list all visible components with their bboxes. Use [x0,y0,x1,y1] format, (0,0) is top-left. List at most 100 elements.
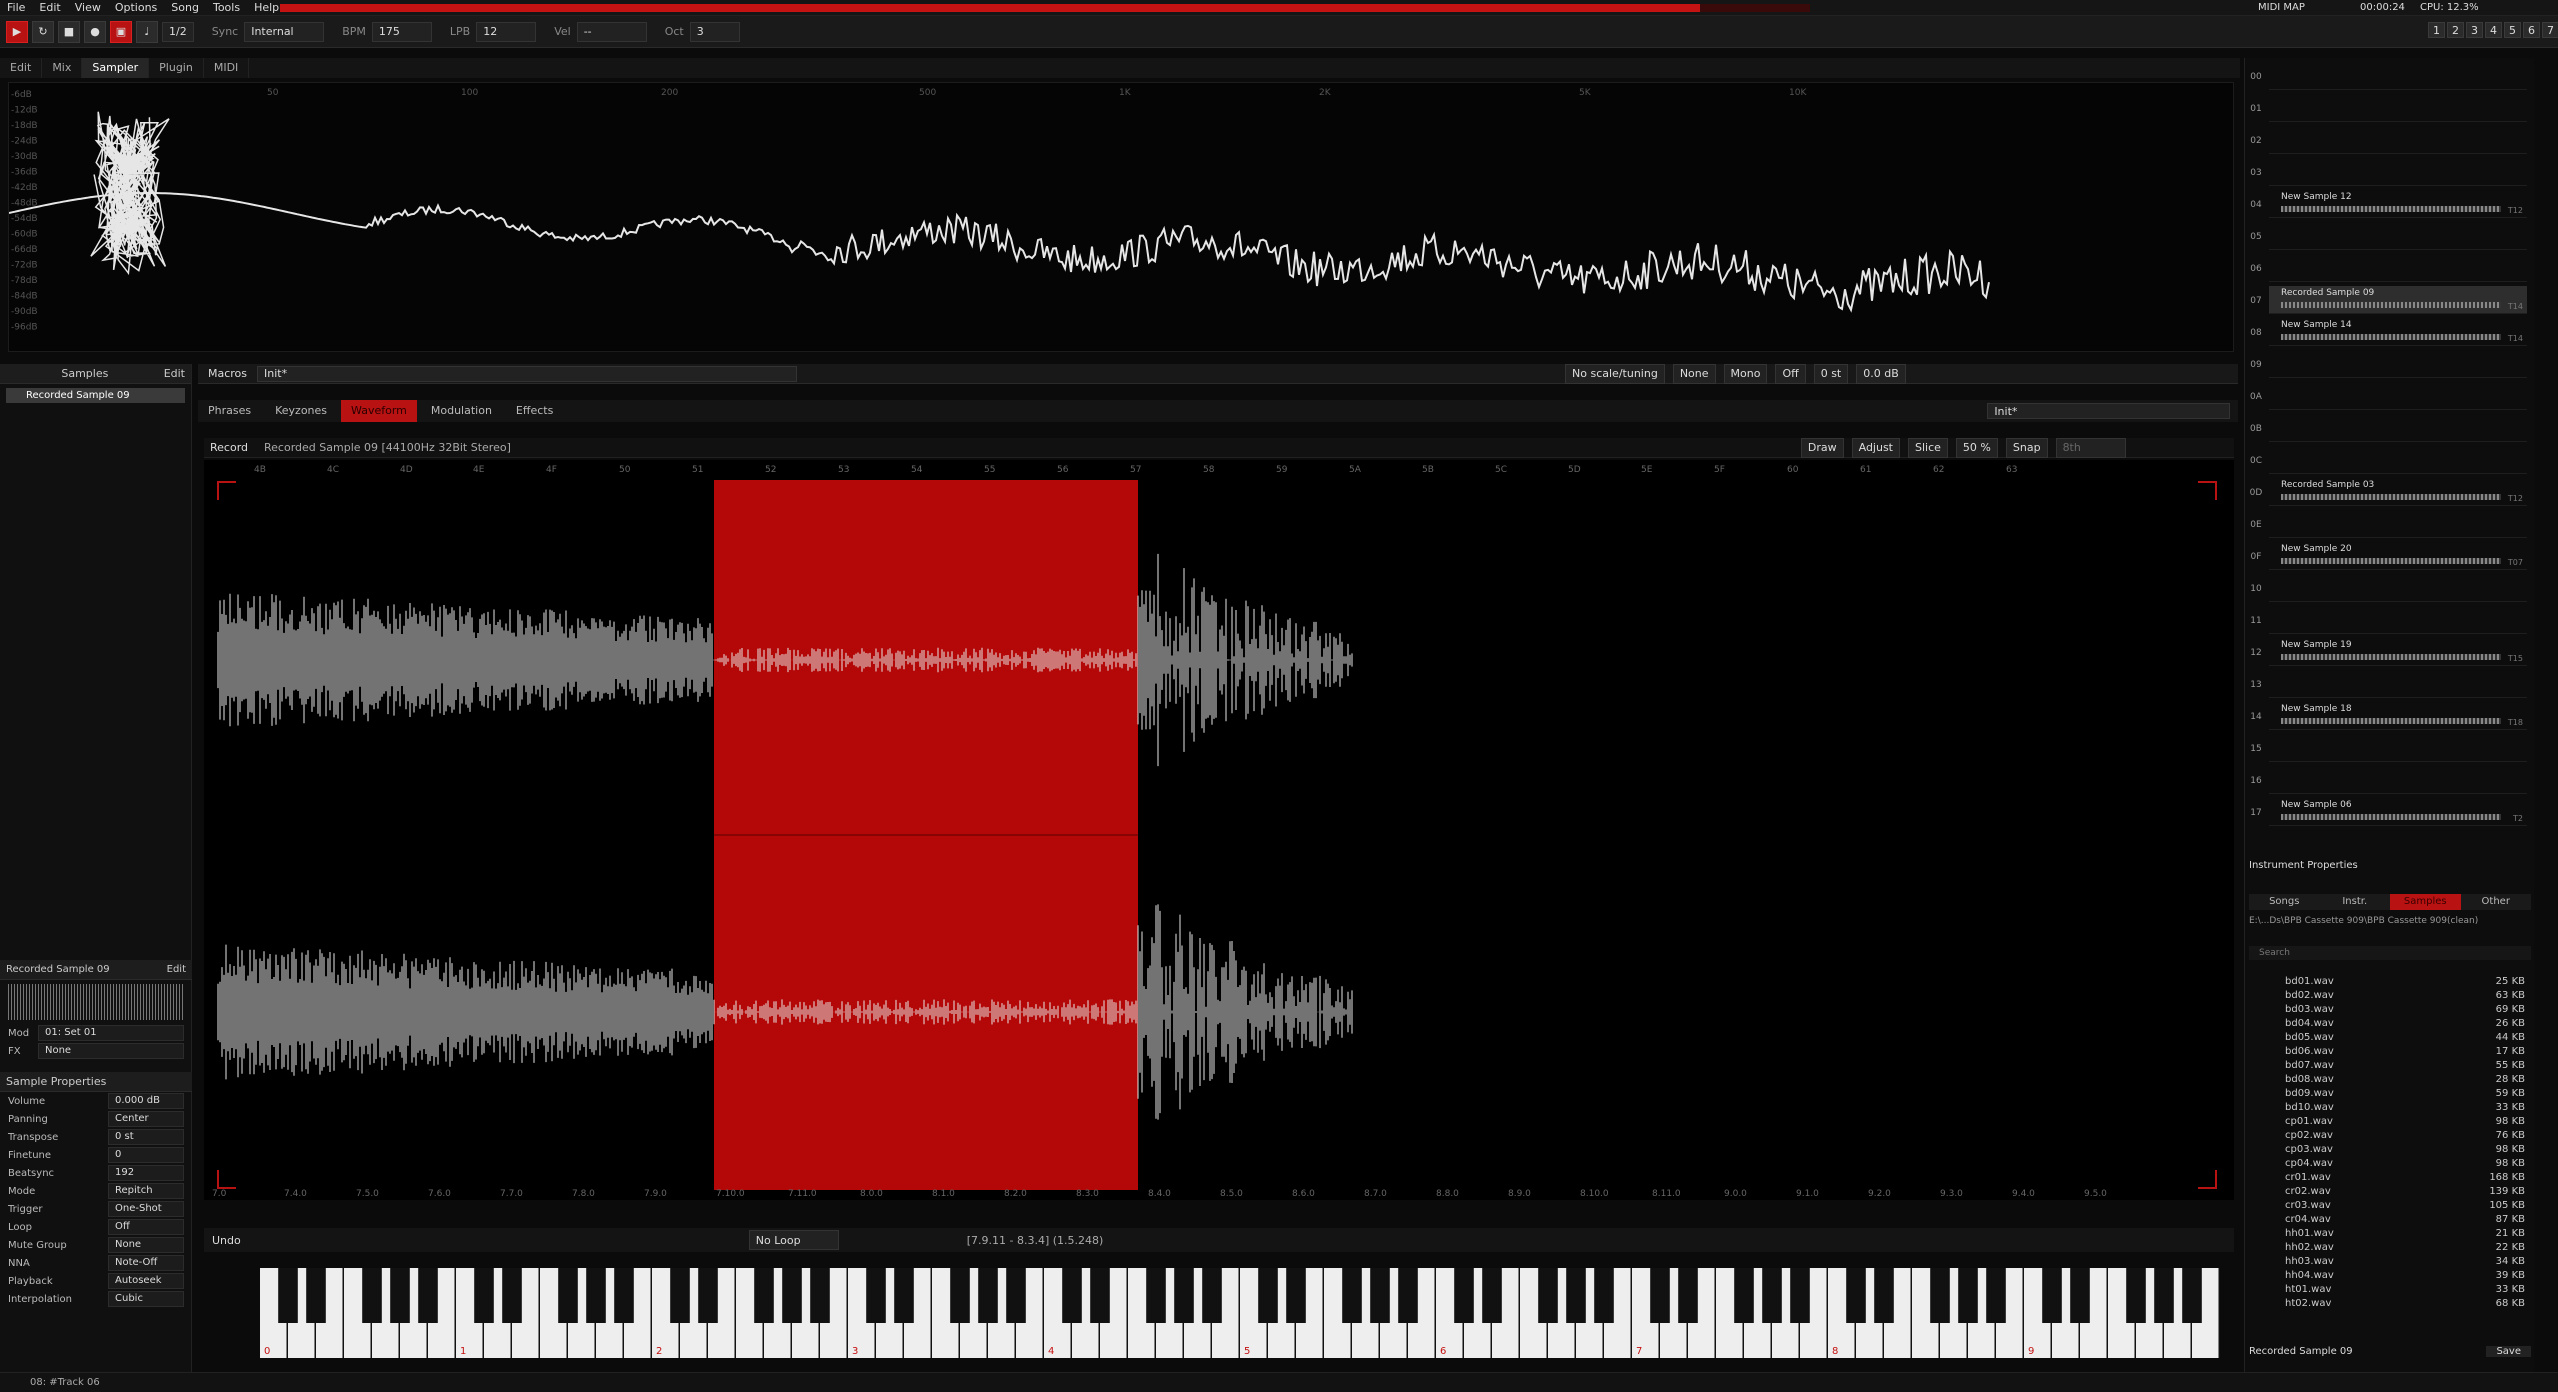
piano-keyboard[interactable]: 0 1 2 3 4 5 6 7 8 9 [260,1268,2220,1358]
piano-black-key[interactable] [978,1268,998,1323]
instrument-slot[interactable] [2269,350,2527,378]
lpb-field[interactable]: 12 [476,21,537,42]
modulation-preset-select[interactable]: Init* [1987,403,2230,419]
instrument-slot[interactable] [2269,446,2527,474]
tab-modulation[interactable]: Modulation [421,400,502,422]
file-list-item[interactable]: hh03.wav 34 KB [2245,1256,2533,1270]
file-list-item[interactable]: bd02.wav 63 KB [2245,990,2533,1004]
midi-map-label[interactable]: MIDI MAP [2258,0,2305,16]
instrument-slot[interactable]: New Sample 19 T15 [2269,638,2527,666]
scale-key-select[interactable]: None [1672,363,1716,384]
browser-tab-instruments[interactable]: Instr. [2320,894,2391,910]
sample-property-value[interactable]: None [108,1237,184,1253]
sample-property-value[interactable]: Autoseek [108,1273,184,1289]
sample-property-value[interactable]: 0 [108,1147,184,1163]
piano-black-key[interactable] [1958,1268,1978,1323]
file-list-item[interactable]: cr01.wav 168 KB [2245,1172,2533,1186]
piano-black-key[interactable] [1986,1268,2006,1323]
file-list-item[interactable]: bd08.wav 28 KB [2245,1074,2533,1088]
scale-select[interactable]: No scale/tuning [1565,363,1665,384]
slice-button[interactable]: Slice [1908,437,1948,458]
global-volume-field[interactable]: 0.0 dB [1856,363,1906,384]
instrument-slot[interactable]: New Sample 06 T2 [2269,798,2527,826]
file-list-item[interactable]: bd05.wav 44 KB [2245,1032,2533,1046]
file-list-item[interactable]: cp04.wav 98 KB [2245,1158,2533,1172]
piano-black-key[interactable] [1790,1268,1810,1323]
file-list-item[interactable]: ht02.wav 68 KB [2245,1298,2533,1312]
piano-black-key[interactable] [2182,1268,2202,1323]
mono-toggle[interactable]: Mono [1723,363,1768,384]
edit-mode-button[interactable]: ▣ [110,20,132,43]
piano-black-key[interactable] [1090,1268,1110,1323]
samples-edit-button[interactable]: Edit [164,367,185,380]
piano-black-key[interactable] [950,1268,970,1323]
instrument-slot[interactable] [2269,510,2527,538]
file-list-item[interactable]: bd03.wav 69 KB [2245,1004,2533,1018]
snap-select[interactable]: 8th [2055,437,2126,458]
instrument-slot[interactable] [2269,94,2527,122]
piano-black-key[interactable] [2070,1268,2090,1323]
instrument-slot[interactable]: Recorded Sample 09 T14 [2269,286,2527,314]
browser-tab-songs[interactable]: Songs [2249,894,2320,910]
macros-toggle[interactable]: Macros [208,367,247,380]
pattern-follow-field[interactable]: 1/2 [162,21,194,42]
piano-black-key[interactable] [1370,1268,1390,1323]
tab-effects[interactable]: Effects [506,400,563,422]
track-button-3[interactable]: 3 [2466,22,2483,38]
stop-button[interactable]: ■ [58,20,80,43]
sync-select[interactable]: Internal [244,21,325,42]
sample-list-item[interactable]: Recorded Sample 09 [6,388,185,403]
piano-black-key[interactable] [810,1268,830,1323]
tab-edit[interactable]: Edit [0,58,43,78]
vel-field[interactable]: -- [576,21,647,42]
instrument-slot[interactable]: New Sample 14 T14 [2269,318,2527,346]
menu-edit[interactable]: Edit [32,0,67,16]
piano-black-key[interactable] [614,1268,634,1323]
sample-property-value[interactable]: 0.000 dB [108,1093,184,1109]
instrument-slot[interactable] [2269,734,2527,762]
piano-black-key[interactable] [1258,1268,1278,1323]
piano-black-key[interactable] [1062,1268,1082,1323]
piano-black-key[interactable] [670,1268,690,1323]
file-list-item[interactable]: bd07.wav 55 KB [2245,1060,2533,1074]
piano-black-key[interactable] [1342,1268,1362,1323]
piano-black-key[interactable] [558,1268,578,1323]
sample-property-value[interactable]: 192 [108,1165,184,1181]
menu-tools[interactable]: Tools [206,0,247,16]
piano-black-key[interactable] [586,1268,606,1323]
instrument-slot[interactable] [2269,222,2527,250]
file-list-item[interactable]: hh01.wav 21 KB [2245,1228,2533,1242]
draw-button[interactable]: Draw [1800,437,1844,458]
piano-black-key[interactable] [1874,1268,1894,1323]
loop-button[interactable]: ↻ [32,20,54,43]
piano-black-key[interactable] [2126,1268,2146,1323]
save-button[interactable]: Save [2486,1346,2531,1357]
instrument-slot[interactable] [2269,126,2527,154]
track-button-4[interactable]: 4 [2485,22,2502,38]
piano-black-key[interactable] [1398,1268,1418,1323]
browser-path[interactable]: E:\...Ds\BPB Cassette 909\BPB Cassette 9… [2249,916,2531,926]
mod-select[interactable]: 01: Set 01 [38,1025,184,1041]
record-button[interactable]: ● [84,20,106,43]
file-list-item[interactable]: cp03.wav 98 KB [2245,1144,2533,1158]
browser-tab-other[interactable]: Other [2461,894,2532,910]
instrument-slot[interactable] [2269,254,2527,282]
file-list-item[interactable]: cp01.wav 98 KB [2245,1116,2533,1130]
piano-black-key[interactable] [1146,1268,1166,1323]
transpose-field[interactable]: 0 st [1813,363,1849,384]
piano-black-key[interactable] [782,1268,802,1323]
instrument-preset-select[interactable]: Init* [257,365,798,382]
tab-waveform[interactable]: Waveform [341,400,417,422]
sample-property-value[interactable]: 0 st [108,1129,184,1145]
instrument-slot[interactable] [2269,382,2527,410]
file-list-item[interactable]: cp02.wav 76 KB [2245,1130,2533,1144]
tab-keyzones[interactable]: Keyzones [265,400,337,422]
instrument-slot[interactable]: New Sample 12 T12 [2269,190,2527,218]
piano-black-key[interactable] [2042,1268,2062,1323]
piano-black-key[interactable] [1202,1268,1222,1323]
piano-black-key[interactable] [390,1268,410,1323]
menu-view[interactable]: View [68,0,108,16]
file-list-item[interactable]: hh02.wav 22 KB [2245,1242,2533,1256]
piano-black-key[interactable] [278,1268,298,1323]
instrument-slot[interactable] [2269,574,2527,602]
